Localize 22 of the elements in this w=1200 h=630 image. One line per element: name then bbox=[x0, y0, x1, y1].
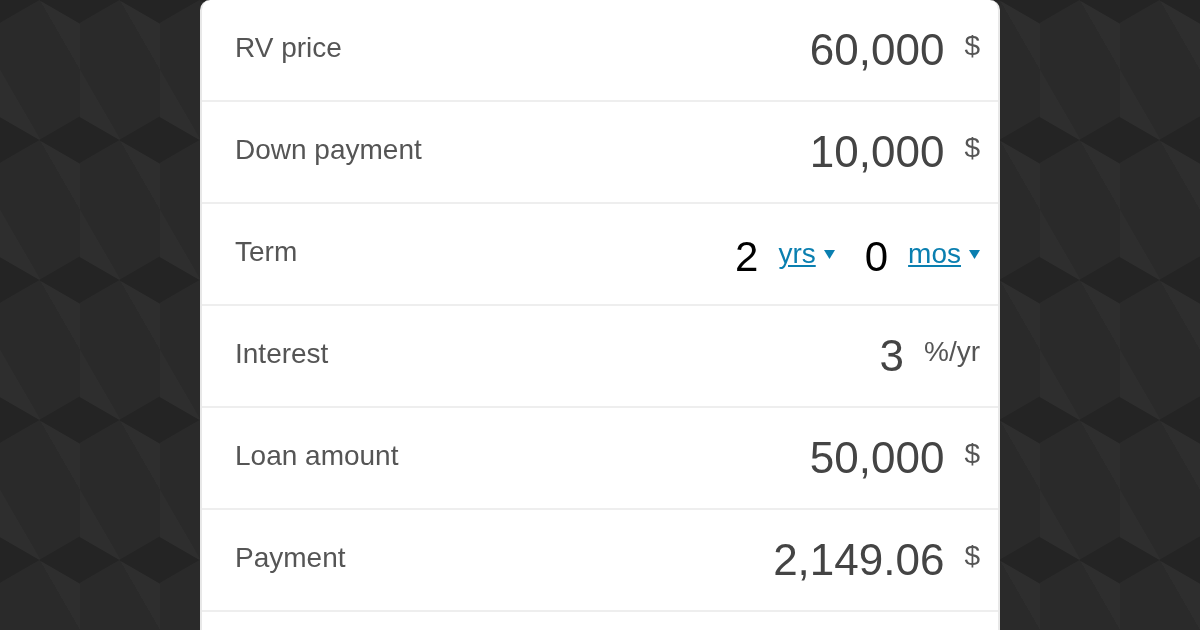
caret-icon bbox=[823, 249, 835, 259]
years-unit-dropdown[interactable]: yrs bbox=[778, 238, 835, 270]
field-label: Term bbox=[235, 236, 298, 268]
unit-label: $ bbox=[964, 30, 980, 62]
years-value[interactable]: 2 bbox=[735, 233, 759, 281]
field-label: Payment bbox=[235, 542, 346, 574]
field-value[interactable]: 2,149.06 bbox=[773, 535, 945, 585]
unit-label: $ bbox=[964, 540, 980, 572]
field-label: Down payment bbox=[235, 134, 422, 166]
months-unit-dropdown[interactable]: mos bbox=[908, 238, 980, 270]
field-value[interactable]: 3 bbox=[879, 331, 904, 381]
months-value[interactable]: 0 bbox=[864, 233, 889, 281]
caret-icon bbox=[969, 249, 980, 259]
field-value[interactable]: 10,000 bbox=[809, 127, 945, 177]
unit-label: $ bbox=[964, 132, 980, 164]
unit-label: $ bbox=[964, 438, 980, 470]
field-value[interactable]: 60,000 bbox=[809, 25, 945, 75]
field-label: Interest bbox=[235, 338, 329, 370]
field-value[interactable]: 50,000 bbox=[809, 433, 945, 483]
unit-label: %/yr bbox=[924, 336, 980, 368]
field-label: RV price bbox=[235, 32, 342, 64]
field-label: Loan amount bbox=[235, 440, 399, 472]
